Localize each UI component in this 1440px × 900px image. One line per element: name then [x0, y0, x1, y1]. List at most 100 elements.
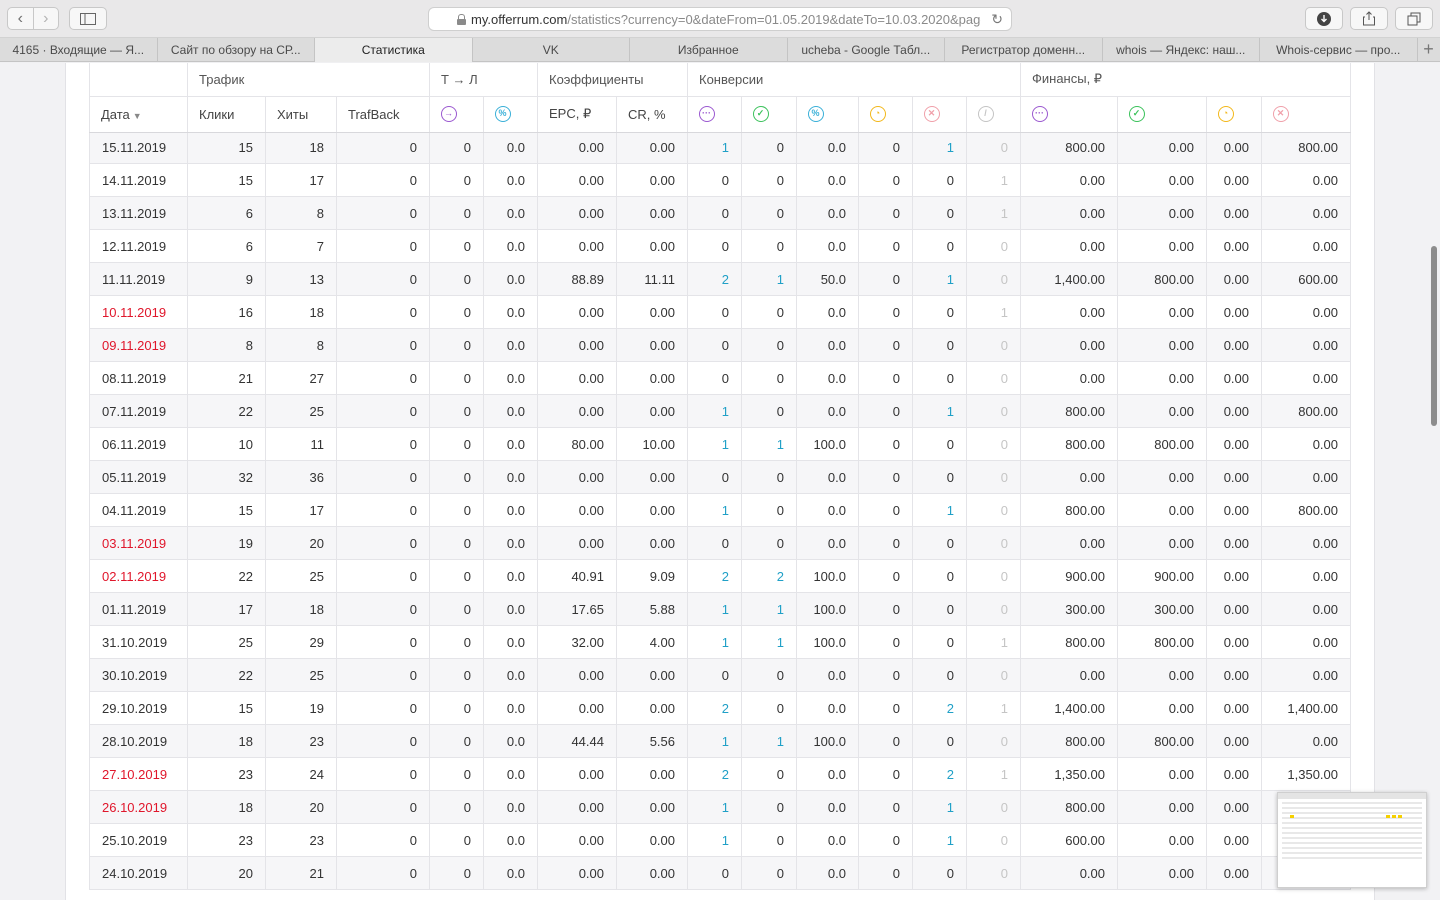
col-fin-all[interactable]: ··· [1020, 96, 1118, 133]
url-text[interactable]: my.offerrum.com/statistics?currency=0&da… [471, 12, 981, 27]
cell-c-all[interactable]: 1 [687, 823, 742, 857]
cell-c-ok[interactable]: 1 [741, 625, 797, 659]
cell-c-all[interactable]: 1 [687, 724, 742, 758]
cell-c-rej[interactable]: 2 [912, 691, 967, 725]
cell-c-ok[interactable]: 1 [741, 724, 797, 758]
cell-c-all[interactable]: 2 [687, 262, 742, 296]
tab-vk[interactable]: VK [473, 38, 630, 62]
sort-desc-icon[interactable]: ▼ [133, 111, 142, 121]
cell-c-ok[interactable]: 1 [741, 262, 797, 296]
cell-c-pct: 0.0 [796, 658, 859, 692]
sidebar-toggle-button[interactable] [69, 7, 107, 30]
cell-f-ok: 0.00 [1117, 823, 1207, 857]
cell-date: 30.10.2019 [89, 658, 188, 692]
cell-clicks: 6 [187, 229, 266, 263]
tab-statistics[interactable]: Статистика [315, 38, 473, 62]
cell-c-all[interactable]: 1 [687, 130, 742, 164]
cell-epc: 0.00 [537, 493, 617, 527]
col-epc[interactable]: EPC, ₽ [537, 96, 617, 133]
forward-button[interactable]: › [32, 8, 59, 29]
cell-c-all[interactable]: 1 [687, 790, 742, 824]
cell-f-all: 300.00 [1020, 592, 1118, 626]
cell-hits: 27 [265, 361, 337, 395]
reload-icon[interactable]: ↻ [991, 11, 1003, 28]
col-clicks[interactable]: Клики [187, 96, 266, 133]
cell-f-ok: 800.00 [1117, 427, 1207, 461]
col-fin-rejected[interactable]: ✕ [1261, 96, 1351, 133]
cell-c-trash: 1 [966, 625, 1021, 659]
cell-c-rej[interactable]: 1 [912, 823, 967, 857]
cell-c-pct: 100.0 [796, 592, 859, 626]
col-fin-approved[interactable]: ✓ [1117, 96, 1207, 133]
cell-f-all: 800.00 [1020, 625, 1118, 659]
group-coeffs: Коэффициенты [537, 63, 688, 97]
tab-registrar[interactable]: Регистратор доменн... [945, 38, 1103, 62]
cell-c-all[interactable]: 1 [687, 592, 742, 626]
cell-c-rej[interactable]: 1 [912, 262, 967, 296]
cell-c-hold: 0 [858, 691, 913, 725]
tab-whois-yandex[interactable]: whois — Яндекс: наш... [1103, 38, 1260, 62]
downloads-button[interactable] [1305, 7, 1343, 30]
cell-c-ok[interactable]: 1 [741, 592, 797, 626]
col-trafback[interactable]: TrafBack [336, 96, 430, 133]
cell-c-rej[interactable]: 1 [912, 493, 967, 527]
tab-ucheba[interactable]: ucheba - Google Табл... [788, 38, 945, 62]
col-tl-percent[interactable]: % [483, 96, 538, 133]
col-date[interactable]: Дата ▼ [89, 96, 188, 133]
cell-date: 28.10.2019 [89, 724, 188, 758]
tab-cpa-review[interactable]: Сайт по обзору на СР... [158, 38, 315, 62]
cell-date: 10.11.2019 [89, 295, 188, 329]
cell-c-ok[interactable]: 1 [741, 427, 797, 461]
cell-f-all: 800.00 [1020, 493, 1118, 527]
col-conv-percent[interactable]: % [796, 96, 859, 133]
cell-tl2: 0.0 [483, 724, 538, 758]
tab-favorites[interactable]: Избранное [630, 38, 788, 62]
cell-c-all[interactable]: 2 [687, 691, 742, 725]
check-icon: ✓ [753, 106, 769, 123]
cell-tl2: 0.0 [483, 229, 538, 263]
cell-c-all[interactable]: 2 [687, 559, 742, 593]
col-hits[interactable]: Хиты [265, 96, 337, 133]
cell-c-all[interactable]: 1 [687, 427, 742, 461]
tab-mail[interactable]: 4165 · Входящие — Я... [0, 38, 158, 62]
cell-c-all[interactable]: 2 [687, 757, 742, 791]
tab-bar: 4165 · Входящие — Я... Сайт по обзору на… [0, 38, 1440, 62]
cell-f-hold: 0.00 [1206, 559, 1262, 593]
page-scrollbar[interactable] [1431, 246, 1437, 426]
col-fin-hold[interactable]: ◔ [1206, 96, 1262, 133]
cell-tl2: 0.0 [483, 361, 538, 395]
cell-f-all: 800.00 [1020, 394, 1118, 428]
cell-tl2: 0.0 [483, 130, 538, 164]
tab-whois-service[interactable]: Whois-сервис — про... [1260, 38, 1418, 62]
col-cr[interactable]: CR, % [616, 96, 688, 133]
screenshot-thumbnail[interactable] [1277, 792, 1427, 888]
cell-c-rej[interactable]: 1 [912, 130, 967, 164]
col-conv-all[interactable]: ··· [687, 96, 742, 133]
col-conv-approved[interactable]: ✓ [741, 96, 797, 133]
cell-hits: 19 [265, 691, 337, 725]
cell-f-rej: 0.00 [1261, 625, 1351, 659]
cell-c-ok[interactable]: 2 [741, 559, 797, 593]
col-tl-transitions[interactable]: → [429, 96, 484, 133]
col-conv-rejected[interactable]: ✕ [912, 96, 967, 133]
cell-trafback: 0 [336, 163, 430, 197]
cell-hits: 18 [265, 592, 337, 626]
address-bar[interactable]: my.offerrum.com/statistics?currency=0&da… [428, 7, 1012, 31]
cell-tl2: 0.0 [483, 328, 538, 362]
col-conv-hold[interactable]: ◔ [858, 96, 913, 133]
new-tab-button[interactable]: + [1418, 38, 1440, 61]
cell-c-all[interactable]: 1 [687, 625, 742, 659]
share-button[interactable] [1350, 7, 1388, 30]
tab-overview-button[interactable] [1395, 7, 1433, 30]
cell-c-all[interactable]: 1 [687, 394, 742, 428]
cell-c-rej[interactable]: 2 [912, 757, 967, 791]
cell-c-rej[interactable]: 1 [912, 394, 967, 428]
cell-f-ok: 0.00 [1117, 790, 1207, 824]
cell-c-rej[interactable]: 1 [912, 790, 967, 824]
cell-f-ok: 0.00 [1117, 328, 1207, 362]
cell-c-all[interactable]: 1 [687, 493, 742, 527]
cell-f-all: 0.00 [1020, 295, 1118, 329]
cell-clicks: 18 [187, 724, 266, 758]
col-conv-trash[interactable]: / [966, 96, 1021, 133]
back-button[interactable]: ‹ [8, 8, 33, 29]
